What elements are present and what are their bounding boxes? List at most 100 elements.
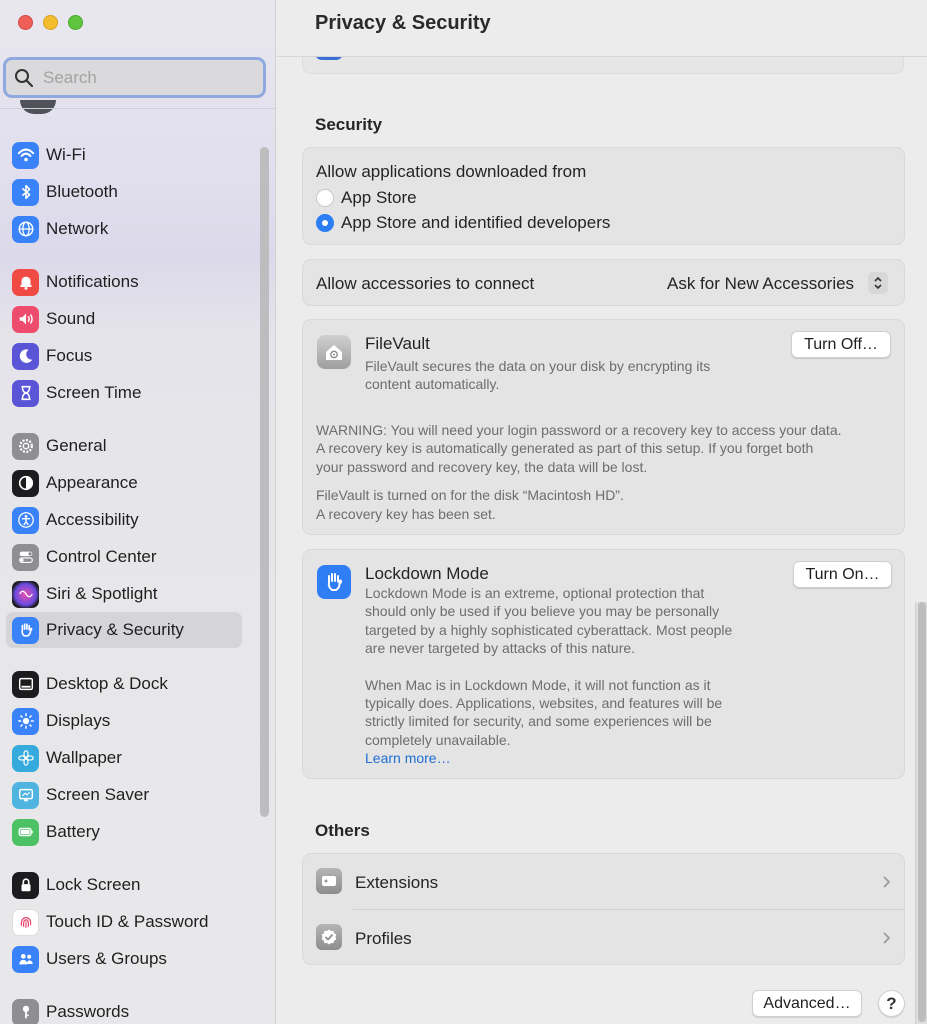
sidebar-item-control-center[interactable]: Control Center <box>6 539 242 575</box>
battery-icon <box>12 818 39 846</box>
lock-icon <box>12 871 39 899</box>
close-window-button[interactable] <box>18 15 33 30</box>
sidebar-item-screen-saver[interactable]: Screen Saver <box>6 777 242 813</box>
bell-icon <box>12 268 39 296</box>
flower-icon <box>12 744 39 772</box>
radio-app-store[interactable] <box>316 189 334 207</box>
fingerprint-icon <box>12 908 39 936</box>
filevault-description-line2: content automatically. <box>365 376 500 392</box>
search-field[interactable] <box>3 57 266 98</box>
radio-app-store-identified[interactable] <box>316 214 334 232</box>
sidebar-item-label: Desktop & Dock <box>46 674 168 693</box>
sidebar-item-accessibility[interactable]: Accessibility <box>6 502 242 538</box>
sidebar-item-wallpaper[interactable]: Wallpaper <box>6 740 242 776</box>
sidebar-item-label: Wi-Fi <box>46 145 86 164</box>
sidebar-item-desktop-dock[interactable]: Desktop & Dock <box>6 666 242 702</box>
appearance-icon <box>12 469 39 497</box>
sidebar-item-bluetooth[interactable]: Bluetooth <box>6 174 242 210</box>
apple-id-avatar[interactable] <box>20 100 56 114</box>
sidebar-item-sound[interactable]: Sound <box>6 301 242 337</box>
filevault-description-line1: FileVault secures the data on your disk … <box>365 358 711 374</box>
lockdown-card: Lockdown Mode Turn On… Lockdown Mode is … <box>302 549 905 779</box>
accessories-popup-value[interactable]: Ask for New Accessories <box>667 274 854 294</box>
sidebar-item-label: Accessibility <box>46 510 139 529</box>
moon-icon <box>12 342 39 370</box>
search-input[interactable] <box>43 67 243 88</box>
sidebar-item-label: Screen Time <box>46 383 142 402</box>
main-scrollbar[interactable] <box>915 602 927 1024</box>
filevault-turn-off-button[interactable]: Turn Off… <box>791 331 891 358</box>
lockdown-turn-on-button[interactable]: Turn On… <box>793 561 892 588</box>
accessibility-icon <box>12 506 39 534</box>
toggles-icon <box>12 543 39 571</box>
sidebar-item-screen-time[interactable]: Screen Time <box>6 375 242 411</box>
sidebar-item-users-groups[interactable]: Users & Groups <box>6 941 242 977</box>
lockdown-text-line1: Lockdown Mode is an extreme, optional pr… <box>365 585 705 601</box>
profiles-row[interactable]: Profiles <box>303 910 904 965</box>
lockdown-text-line8: completely unavailable. <box>365 732 511 748</box>
learn-more-link[interactable]: Learn more… <box>365 749 451 768</box>
main-content: Privacy & Security Security Allow applic… <box>277 0 927 1024</box>
sidebar-item-lock-screen[interactable]: Lock Screen <box>6 867 242 903</box>
sidebar-item-notifications[interactable]: Notifications <box>6 264 242 300</box>
lockdown-text-line5: When Mac is in Lockdown Mode, it will no… <box>365 677 711 693</box>
sidebar-item-general[interactable]: General <box>6 428 242 464</box>
sidebar-item-network[interactable]: Network <box>6 211 242 247</box>
sidebar-item-siri-spotlight[interactable]: Siri & Spotlight <box>6 576 242 612</box>
zoom-window-button[interactable] <box>68 15 83 30</box>
allow-apps-label: Allow applications downloaded from <box>316 162 587 181</box>
hand-icon <box>12 616 39 644</box>
bluetooth-icon <box>12 178 39 206</box>
radio-app-store-label[interactable]: App Store <box>341 188 417 208</box>
sidebar-item-label: Privacy & Security <box>46 620 184 639</box>
sidebar-item-label: Lock Screen <box>46 875 141 894</box>
lockdown-title: Lockdown Mode <box>365 564 489 583</box>
lockdown-hand-icon <box>317 565 351 599</box>
sidebar-item-label: Passwords <box>46 1002 130 1021</box>
sidebar-item-label: Sound <box>46 309 96 328</box>
lockdown-text-line6: typically does. Applications, websites, … <box>365 695 723 711</box>
sidebar-item-label: Wallpaper <box>46 748 122 767</box>
allow-apps-card: Allow applications downloaded from App S… <box>302 147 905 245</box>
sidebar-item-label: Network <box>46 219 109 238</box>
window-controls <box>18 15 83 30</box>
sidebar-item-battery[interactable]: Battery <box>6 814 242 850</box>
help-button[interactable]: ? <box>878 990 905 1017</box>
hourglass-icon <box>12 379 39 407</box>
advanced-button[interactable]: Advanced… <box>752 990 862 1017</box>
sidebar-item-label: Appearance <box>46 473 138 492</box>
key-icon <box>12 998 39 1024</box>
radio-app-store-identified-label[interactable]: App Store and identified developers <box>341 213 610 233</box>
sidebar-item-wifi[interactable]: Wi-Fi <box>6 137 242 173</box>
profiles-checkmark-icon <box>316 924 342 950</box>
users-icon <box>12 945 39 973</box>
sidebar-item-touch-id-password[interactable]: Touch ID & Password <box>6 904 242 940</box>
others-card: Extensions Profiles <box>302 853 905 965</box>
sidebar-item-appearance[interactable]: Appearance <box>6 465 242 501</box>
sidebar-item-label: Control Center <box>46 547 157 566</box>
sun-icon <box>12 707 39 735</box>
main-scrollbar-thumb[interactable] <box>918 602 926 1022</box>
sidebar-item-label: Notifications <box>46 272 139 291</box>
speaker-icon <box>12 305 39 333</box>
sidebar: Wi-Fi Bluetooth Network Notifications So… <box>0 0 276 1024</box>
sidebar-item-privacy-security[interactable]: Privacy & Security <box>6 612 242 648</box>
minimize-window-button[interactable] <box>43 15 58 30</box>
sidebar-item-label: Screen Saver <box>46 785 149 804</box>
sidebar-item-label: Bluetooth <box>46 182 118 201</box>
page-title: Privacy & Security <box>315 12 491 34</box>
sidebar-item-displays[interactable]: Displays <box>6 703 242 739</box>
extensions-row[interactable]: Extensions <box>303 854 904 909</box>
filevault-warning-line3: your password and recovery key, the data… <box>316 459 648 475</box>
accessories-card: Allow accessories to connect Ask for New… <box>302 259 905 306</box>
sidebar-item-focus[interactable]: Focus <box>6 338 242 374</box>
sidebar-item-passwords[interactable]: Passwords <box>6 994 242 1024</box>
lockdown-text-line3: targeted by a highly sophisticated cyber… <box>365 622 733 638</box>
sidebar-item-label: Focus <box>46 346 93 365</box>
globe-icon <box>12 215 39 243</box>
screensaver-icon <box>12 781 39 809</box>
sidebar-item-label: Displays <box>46 711 111 730</box>
sidebar-scrollbar[interactable] <box>260 147 269 817</box>
filevault-title: FileVault <box>365 334 430 353</box>
popup-chevron-updown-icon[interactable] <box>868 272 888 294</box>
